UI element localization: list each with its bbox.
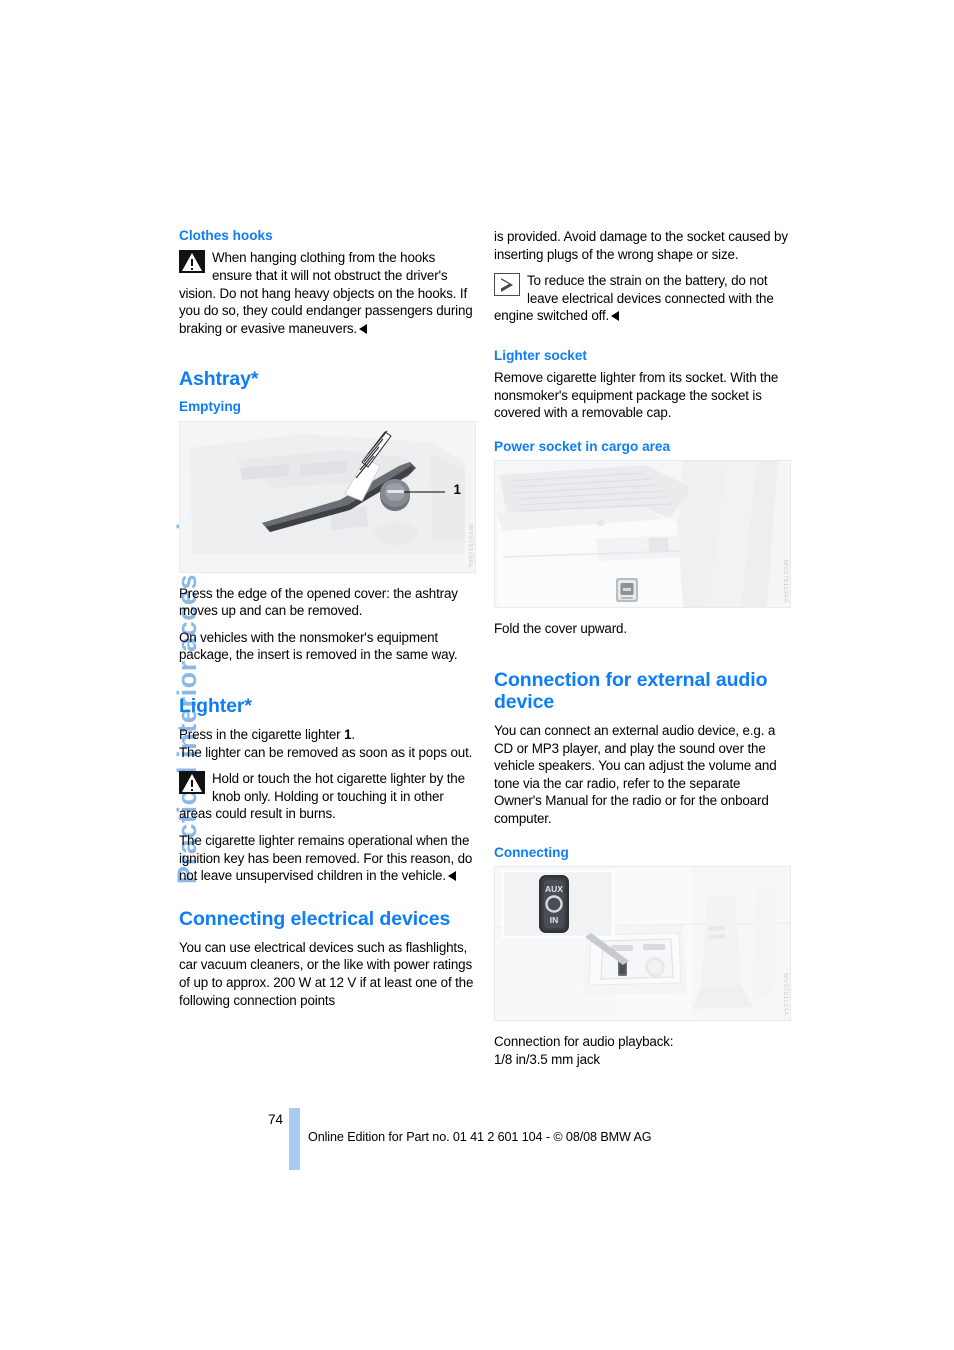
- edition-notice: Online Edition for Part no. 01 41 2 601 …: [308, 1130, 652, 1144]
- heading-lighter-socket: Lighter socket: [494, 347, 587, 363]
- lighter-paragraph-1-post: .: [351, 727, 355, 743]
- warning-note-lighter: Hold or touch the hot cigarette lighter …: [179, 770, 476, 823]
- external-audio-paragraph: You can connect an external audio device…: [494, 723, 777, 826]
- heading-lighter: Lighter*: [179, 695, 252, 717]
- figure-reference-code: MV0701c24A: [782, 972, 789, 1016]
- warning-triangle-icon: [179, 250, 205, 274]
- external-audio-caption-line-2: 1/8 in/3.5 mm jack: [494, 1051, 600, 1067]
- ashtray-paragraph-1: Press the edge of the opened cover: the …: [179, 585, 458, 619]
- heading-connecting-electrical-devices: Connecting electrical devices: [179, 907, 451, 930]
- lighter-paragraph-1: Press in the cigarette lighter 1.: [179, 726, 476, 744]
- heading-connection-external-audio-device: Connection for external audio device: [494, 668, 768, 713]
- external-audio-caption-line-1: Connection for audio playback:: [494, 1033, 674, 1049]
- manual-page: Practical interior accessories Clothes h…: [0, 0, 954, 1350]
- lighter-paragraph-3: The cigarette lighter remains operationa…: [179, 832, 476, 885]
- warning-triangle-icon: [179, 771, 205, 795]
- lighter-paragraph-1-pre: Press in the cigarette lighter: [179, 727, 345, 743]
- play-triangle-icon: [494, 273, 520, 297]
- figure-reference-code: MV0701c34A: [782, 560, 789, 604]
- lighter-socket-paragraph: Remove cigarette lighter from its socket…: [494, 370, 779, 421]
- warning-note-clothes-hooks-text: When hanging clothing from the hooks ens…: [179, 250, 473, 336]
- running-head-vertical: Practical interior accessories: [172, 0, 218, 884]
- continuation-paragraph: is provided. Avoid damage to the socket …: [494, 229, 788, 262]
- heading-clothes-hooks: Clothes hooks: [179, 228, 273, 243]
- cargo-area-power-socket-illustration: MV0701c34A: [494, 460, 791, 609]
- heading-emptying: Emptying: [179, 399, 241, 415]
- warning-note-lighter-text: Hold or touch the hot cigarette lighter …: [179, 771, 465, 822]
- page-footer: 74 Online Edition for Part no. 01 41 2 6…: [179, 1106, 799, 1186]
- aux-in-jack-illustration: AUX IN MV0701c24A: [494, 865, 791, 1021]
- page-number: 74: [268, 1112, 283, 1127]
- svg-text:AUX: AUX: [545, 884, 563, 894]
- end-of-note-marker: [359, 323, 367, 334]
- end-of-note-marker: [447, 871, 456, 882]
- heading-ashtray: Ashtray*: [179, 368, 259, 391]
- heading-connecting: Connecting: [494, 844, 569, 860]
- lighter-paragraph-2: The lighter can be removed as soon as it…: [179, 744, 473, 760]
- aux-in-jack-graphic: AUX IN: [495, 866, 790, 1020]
- warning-note-clothes-hooks: When hanging clothing from the hooks ens…: [179, 249, 476, 337]
- info-note-battery: To reduce the strain on the battery, do …: [494, 272, 791, 325]
- power-socket-caption: Fold the cover upward.: [494, 621, 627, 637]
- figure-reference-code: MV0701c54a: [467, 525, 474, 568]
- callout-label-1: 1: [453, 481, 461, 497]
- footer-accent-bar: [289, 1108, 300, 1170]
- heading-power-socket-cargo-area: Power socket in cargo area: [494, 439, 671, 455]
- ashtray-illustration: 1 MV0701c54a: [179, 420, 476, 573]
- ashtray-illustration-graphic: [180, 421, 475, 572]
- lighter-paragraph-3-text: The cigarette lighter remains operationa…: [179, 833, 473, 884]
- cargo-area-power-socket-graphic: [495, 461, 790, 608]
- end-of-note-marker: [611, 311, 620, 322]
- left-column: Clothes hooks When hanging clothing from…: [179, 228, 476, 1018]
- ashtray-paragraph-2: On vehicles with the nonsmoker's equipme…: [179, 629, 458, 663]
- external-audio-caption: Connection for audio playback: 1/8 in/3.5…: [494, 1033, 791, 1068]
- info-note-battery-text: To reduce the strain on the battery, do …: [494, 273, 774, 324]
- connecting-electrical-devices-paragraph: You can use electrical devices such as f…: [179, 939, 474, 1008]
- svg-text:IN: IN: [550, 915, 559, 925]
- right-column: is provided. Avoid damage to the socket …: [494, 228, 791, 1077]
